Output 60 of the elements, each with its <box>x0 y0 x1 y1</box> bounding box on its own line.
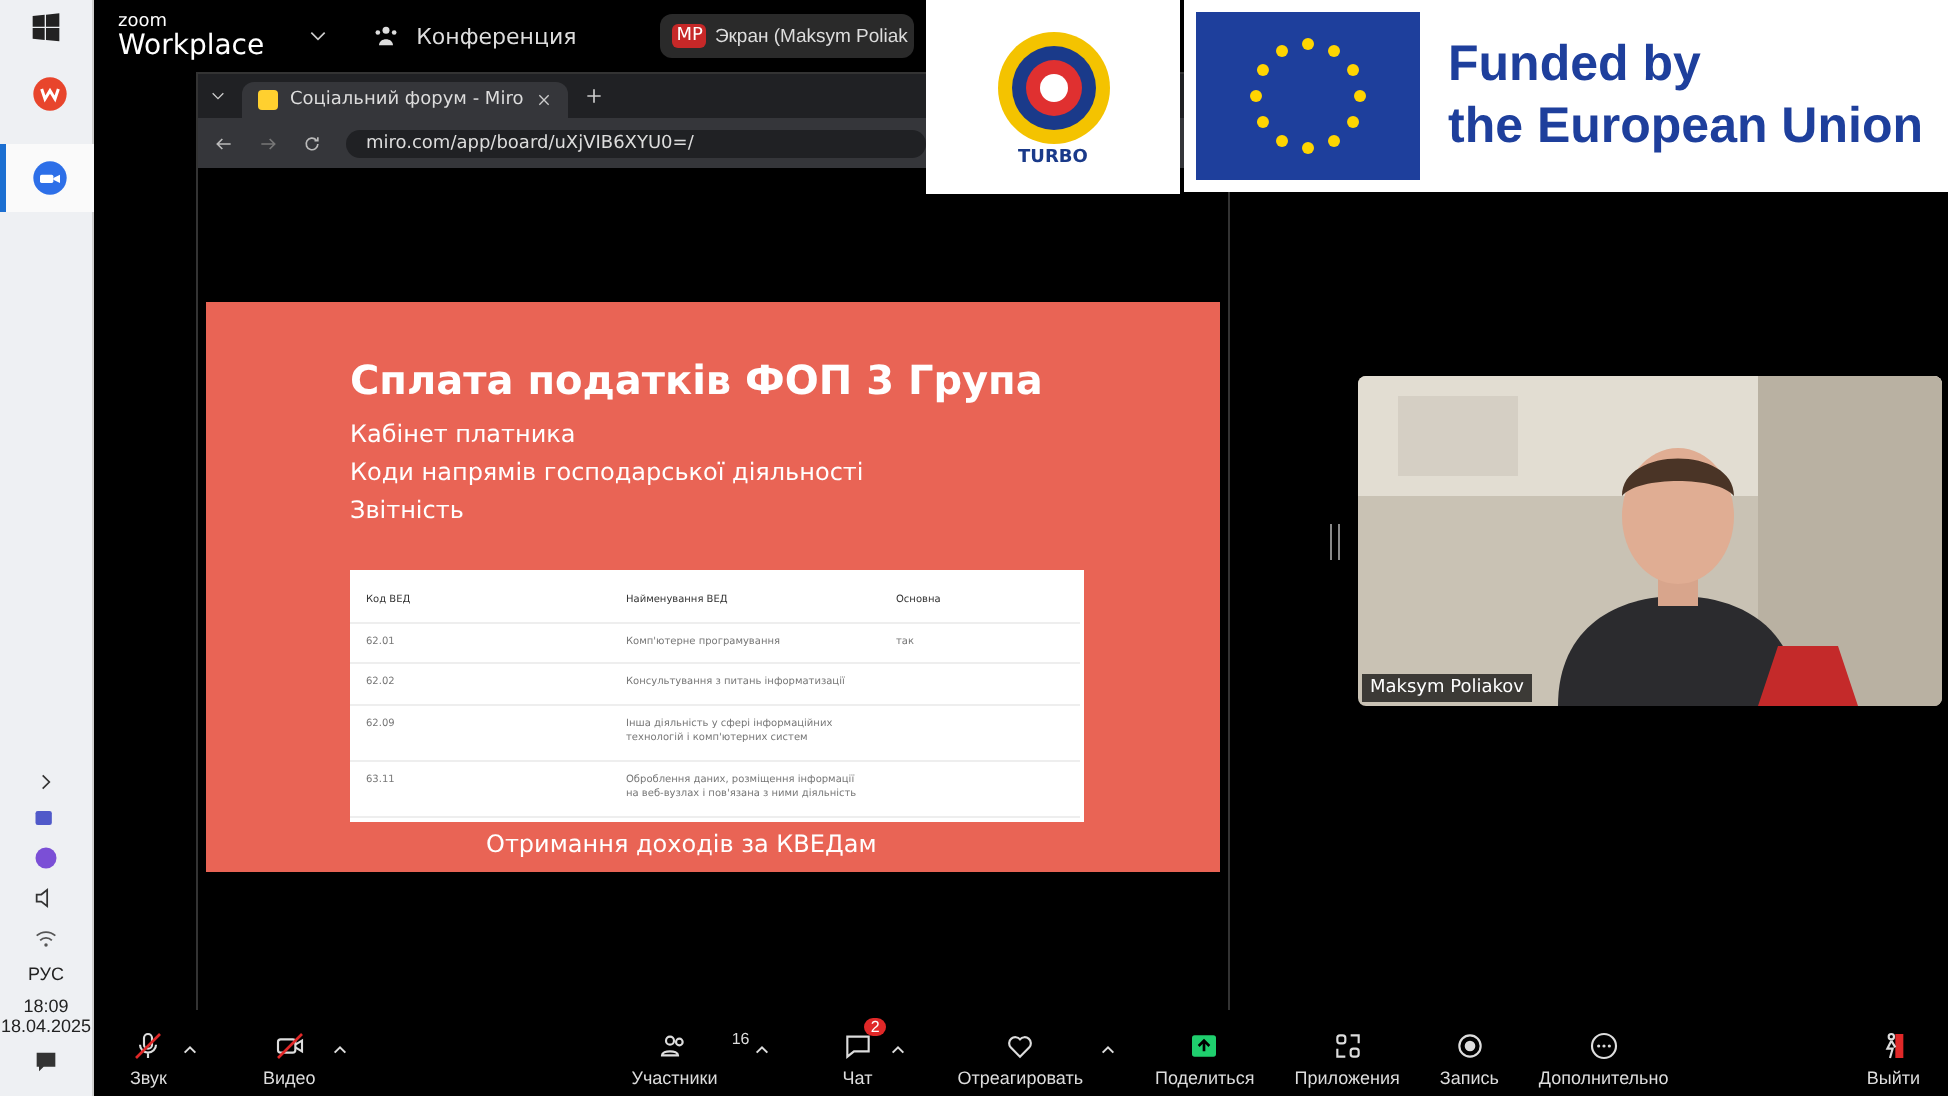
slide-text: Звітність <box>350 494 466 528</box>
caret-icon[interactable] <box>889 1042 906 1058</box>
caret-icon[interactable] <box>331 1042 348 1058</box>
caret-icon[interactable] <box>753 1042 770 1058</box>
app-icon <box>29 74 69 114</box>
toolbar-button[interactable]: Участники 16 <box>615 1018 778 1088</box>
plus-icon <box>583 86 604 106</box>
record-icon <box>1453 1030 1486 1062</box>
address-bar[interactable]: miro.com/app/board/uXjVIB6XYU0=/ <box>346 129 926 157</box>
browser-tab[interactable]: Соціальний форум - Miro <box>242 82 568 118</box>
chat-icon <box>841 1030 874 1062</box>
toolbar-button[interactable]: Запись <box>1423 1018 1507 1088</box>
clock-time: 18:09 <box>23 996 69 1016</box>
resize-handle[interactable] <box>1330 523 1340 559</box>
language-indicator[interactable]: РУС <box>27 964 64 984</box>
toolbar-button[interactable]: Дополнительно <box>1522 1018 1677 1088</box>
share-indicator[interactable]: MP Экран (Maksym Poliak <box>660 14 914 58</box>
video-app-icon <box>29 158 69 198</box>
toolbar-button[interactable]: Чат 2 <box>825 1018 914 1088</box>
camera-icon <box>273 1030 306 1062</box>
apps-icon <box>1331 1030 1364 1062</box>
notification-icon <box>31 1048 60 1076</box>
heart-icon <box>1004 1030 1037 1062</box>
toolbar-button[interactable]: Отреагировать <box>941 1018 1124 1088</box>
funding-text: Funded by <box>1448 33 1703 96</box>
unread-badge: 2 <box>864 1018 886 1036</box>
toolbar-button[interactable]: Видео <box>246 1018 356 1088</box>
miro-icon <box>258 90 278 110</box>
eu-flag-icon <box>1196 12 1420 180</box>
slide-text: Кабінет платника <box>350 418 578 452</box>
spiral-logo-icon <box>993 27 1113 147</box>
more-icon <box>1587 1030 1620 1062</box>
reload-icon <box>302 133 322 153</box>
participant-count: 16 <box>731 1030 750 1048</box>
slide-footer: Отримання доходів за КВЕДам <box>486 829 1220 857</box>
funding-text: the European Union <box>1448 96 1923 158</box>
slide-title: Сплата податків ФОП 3 Група <box>350 356 1045 404</box>
caret-icon[interactable] <box>182 1042 199 1058</box>
toolbar-button[interactable]: Поделиться <box>1139 1018 1263 1088</box>
back-icon <box>214 133 234 153</box>
clock-date: 18.04.2025 <box>0 1016 92 1036</box>
toolbar-button[interactable]: Приложения <box>1278 1018 1408 1088</box>
people-icon <box>372 22 401 50</box>
chevron-down-icon <box>308 26 329 46</box>
caret-icon[interactable] <box>1099 1042 1116 1058</box>
microphone-icon <box>132 1030 165 1062</box>
chevron-down-icon <box>210 88 226 104</box>
close-icon <box>535 92 552 108</box>
logo-text: TURBO <box>1018 147 1088 167</box>
toolbar-button[interactable]: Выйти <box>1850 1018 1928 1088</box>
meeting-title: Конференция <box>416 23 577 49</box>
start-icon <box>30 12 62 44</box>
toolbar-button[interactable]: Звук <box>114 1018 207 1088</box>
taskbar-app[interactable] <box>0 144 93 212</box>
participant-name: Maksym Poliakov <box>1362 674 1532 702</box>
brand-label: zoom <box>118 13 170 31</box>
brand-name: Workplace <box>118 31 265 59</box>
share-screen-icon <box>1188 1030 1221 1062</box>
slide-text: Коди напрямів господарської діяльності <box>350 456 866 490</box>
forward-icon <box>258 133 278 153</box>
